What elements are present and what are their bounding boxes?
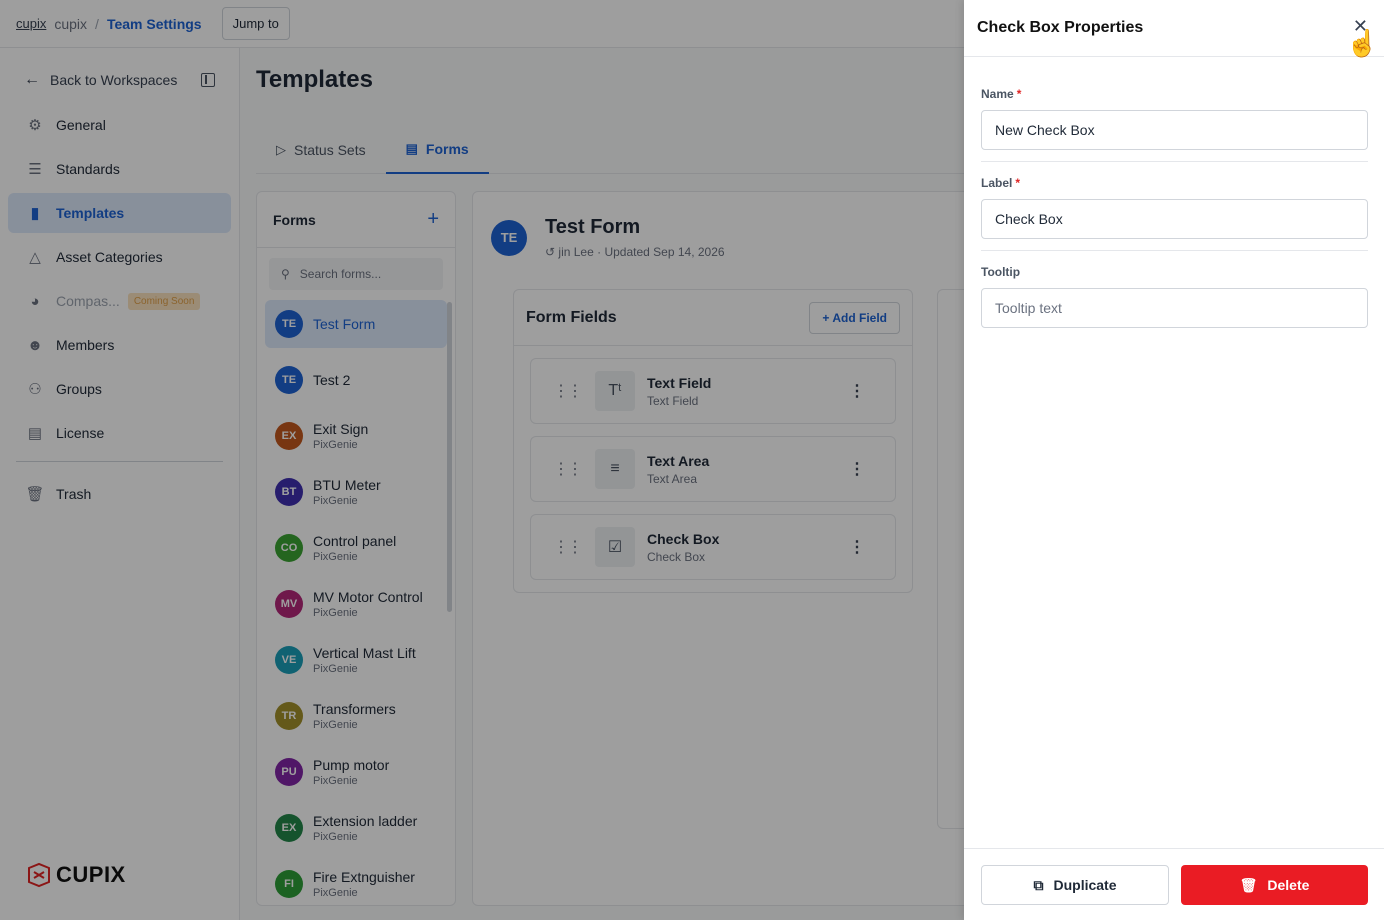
copy-icon: ⧉ bbox=[1033, 876, 1044, 893]
required-mark: * bbox=[1016, 87, 1022, 101]
label-label: Label * bbox=[981, 146, 1368, 190]
label-field[interactable]: Check Box bbox=[981, 199, 1368, 239]
properties-header: Check Box Properties ✕ ☝ bbox=[964, 0, 1384, 58]
name-field[interactable]: New Check Box bbox=[981, 110, 1368, 150]
tooltip-label: Tooltip bbox=[981, 265, 1021, 279]
name-label-text: Name bbox=[981, 87, 1014, 101]
tooltip-field[interactable]: Tooltip text bbox=[981, 288, 1368, 328]
delete-button[interactable]: 🗑 Delete bbox=[1181, 865, 1368, 905]
properties-title: Check Box Properties bbox=[977, 19, 1144, 36]
delete-label: Delete bbox=[1267, 877, 1310, 893]
duplicate-label: Duplicate bbox=[1053, 877, 1117, 893]
trash-icon: 🗑 bbox=[1239, 876, 1258, 893]
name-label: Name * bbox=[981, 57, 1368, 101]
label-label-text: Label bbox=[981, 176, 1013, 190]
modal-overlay[interactable] bbox=[0, 0, 964, 920]
properties-footer: ⧉ Duplicate 🗑 Delete bbox=[964, 848, 1384, 920]
hand-cursor-icon: ☝ bbox=[1346, 28, 1379, 58]
tooltip-field-block: Tooltip Tooltip text bbox=[981, 235, 1368, 328]
properties-panel: Check Box Properties ✕ ☝ Name * New Check… bbox=[964, 0, 1384, 920]
required-mark: * bbox=[1015, 176, 1021, 190]
duplicate-button[interactable]: ⧉ Duplicate bbox=[981, 865, 1169, 905]
